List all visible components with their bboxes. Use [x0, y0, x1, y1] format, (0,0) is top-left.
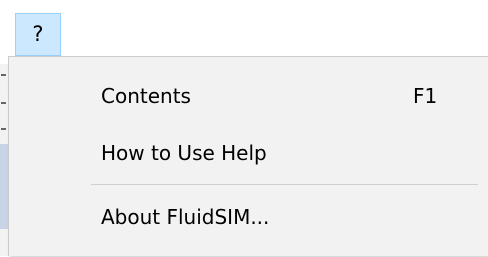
edge-tick-mark [1, 74, 6, 76]
menu-item-how-to-use-help[interactable]: How to Use Help [9, 128, 488, 178]
app-window: ? Contents F1 How to Use Help About Flui… [0, 0, 488, 257]
menu-item-contents[interactable]: Contents F1 [9, 71, 488, 121]
menu-item-label: How to Use Help [101, 141, 267, 165]
edge-tick-mark [1, 128, 6, 130]
menu-separator [91, 184, 478, 185]
menu-item-label: Contents [101, 84, 191, 108]
menubar-help-menu[interactable]: ? [15, 13, 61, 56]
menu-item-about-fluidsim[interactable]: About FluidSIM... [9, 192, 488, 242]
edge-tick-mark [1, 102, 6, 104]
background-window-edge [0, 64, 8, 256]
help-dropdown-menu: Contents F1 How to Use Help About FluidS… [8, 56, 488, 256]
menu-item-shortcut: F1 [413, 84, 438, 108]
background-selection-band [0, 144, 8, 229]
menu-item-label: About FluidSIM... [101, 205, 270, 229]
